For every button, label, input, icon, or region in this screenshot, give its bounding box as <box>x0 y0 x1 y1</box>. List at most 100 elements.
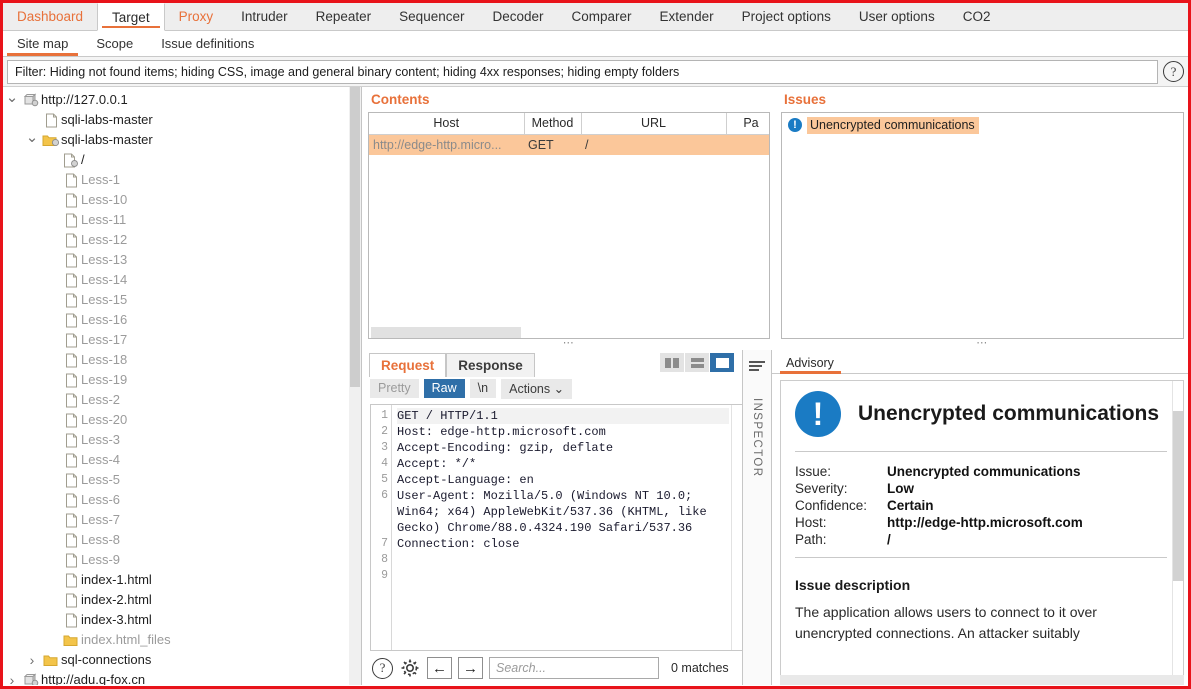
chevron-down-icon[interactable] <box>23 131 41 149</box>
advisory-horizontal-scrollbar[interactable] <box>780 675 1184 685</box>
tab-target[interactable]: Target <box>97 3 165 31</box>
raw-label: Raw <box>431 381 457 395</box>
tree-item-label: Less-7 <box>81 512 121 527</box>
match-count-label: 0 matches <box>671 661 729 675</box>
tree-item-less-1[interactable]: Less-1 <box>3 170 349 190</box>
tree-item-less-16[interactable]: Less-16 <box>3 310 349 330</box>
advisory-vertical-scrollbar[interactable] <box>1172 381 1183 675</box>
column-header-host[interactable]: Host <box>369 113 525 135</box>
tab-project-options[interactable]: Project options <box>728 3 845 30</box>
tree-item-less-9[interactable]: Less-9 <box>3 550 349 570</box>
pretty-button[interactable]: Pretty <box>370 379 419 398</box>
tree-item-less-4[interactable]: Less-4 <box>3 450 349 470</box>
request-line: GET / HTTP/1.1 <box>397 408 729 424</box>
raw-button[interactable]: Raw <box>423 379 465 398</box>
tree-item-less-20[interactable]: Less-20 <box>3 410 349 430</box>
request-vertical-scrollbar[interactable] <box>731 405 742 650</box>
tree-item-less-13[interactable]: Less-13 <box>3 250 349 270</box>
column-header-method[interactable]: Method <box>524 113 582 135</box>
tree-item-less-5[interactable]: Less-5 <box>3 470 349 490</box>
tree-item-[interactable]: / <box>3 150 349 170</box>
question-mark-icon[interactable]: ? <box>1163 61 1184 82</box>
tree-item-less-15[interactable]: Less-15 <box>3 290 349 310</box>
tab-repeater[interactable]: Repeater <box>302 3 386 30</box>
tab-comparer[interactable]: Comparer <box>558 3 646 30</box>
inspector-strip[interactable]: INSPECTOR <box>742 350 772 685</box>
arrow-right-icon[interactable]: → <box>458 657 483 679</box>
tree-item-less-11[interactable]: Less-11 <box>3 210 349 230</box>
subtab-issue-definitions[interactable]: Issue definitions <box>147 31 268 56</box>
tree-item-index-3-html[interactable]: index-3.html <box>3 610 349 630</box>
tree-item-less-12[interactable]: Less-12 <box>3 230 349 250</box>
chevron-down-icon[interactable] <box>3 91 21 109</box>
tree-item-less-18[interactable]: Less-18 <box>3 350 349 370</box>
tree-item-less-10[interactable]: Less-10 <box>3 190 349 210</box>
tree-vertical-scrollbar[interactable] <box>349 87 361 685</box>
tab-label: Project options <box>741 9 831 24</box>
single-pane-icon[interactable] <box>710 353 734 372</box>
column-header-params[interactable]: Pa <box>726 113 769 135</box>
list-item[interactable]: ! Unencrypted communications <box>782 115 1183 135</box>
tab-response[interactable]: Response <box>446 353 535 377</box>
request-raw-text[interactable]: GET / HTTP/1.1 Host: edge-http.microsoft.… <box>392 405 731 650</box>
column-header-url[interactable]: URL <box>581 113 727 135</box>
tab-proxy[interactable]: Proxy <box>165 3 228 30</box>
split-vertical-icon[interactable] <box>660 353 684 372</box>
tree-item-sqli-labs-master[interactable]: sqli-labs-master <box>3 110 349 130</box>
question-mark-icon[interactable]: ? <box>372 657 393 679</box>
newline-button[interactable]: \n <box>469 379 497 398</box>
subtab-site-map[interactable]: Site map <box>3 31 82 56</box>
tree-scrollbar-thumb[interactable] <box>350 87 360 387</box>
subtab-scope[interactable]: Scope <box>82 31 147 56</box>
tree-item-index-html-files[interactable]: index.html_files <box>3 630 349 650</box>
search-input[interactable]: Search... <box>489 657 659 679</box>
advisory-scrollbar-thumb[interactable] <box>1173 411 1183 581</box>
tab-request[interactable]: Request <box>369 353 447 377</box>
tree-item-label: http://adu.q-fox.cn <box>41 672 146 685</box>
chevron-right-icon[interactable] <box>3 672 21 685</box>
tree-item-http-127-0-0-1[interactable]: http://127.0.0.1 <box>3 90 349 110</box>
actions-dropdown[interactable]: Actions ⌄ <box>501 378 573 399</box>
gear-icon[interactable] <box>399 657 421 679</box>
request-editor[interactable]: 1 2 3 4 5 6 7 8 9 GET / HTTP/1.1 Host: ed… <box>370 404 742 651</box>
filter-button[interactable]: Filter: Hiding not found items; hiding C… <box>7 59 1158 84</box>
tab-intruder[interactable]: Intruder <box>227 3 302 30</box>
site-map-tree[interactable]: http://127.0.0.1 sqli-labs-master sqli-lab… <box>3 87 349 685</box>
tree-item-sql-connections[interactable]: sql-connections <box>3 650 349 670</box>
tree-item-label: Less-3 <box>81 432 121 447</box>
chevron-right-icon[interactable] <box>23 652 41 668</box>
tree-item-less-14[interactable]: Less-14 <box>3 270 349 290</box>
tree-item-http-adu-q-fox-cn[interactable]: http://adu.q-fox.cn <box>3 670 349 685</box>
prev-glyph: ← <box>432 659 447 677</box>
table-row[interactable]: http://edge-http.micro... GET / <box>369 134 769 155</box>
tree-item-label: Less-18 <box>81 352 128 367</box>
advisory-content: ! Unencrypted communications Issue: Unen… <box>780 380 1184 675</box>
tab-co2[interactable]: CO2 <box>949 3 1005 30</box>
arrow-left-icon[interactable]: ← <box>427 657 452 679</box>
tree-item-sqli-labs-master[interactable]: sqli-labs-master <box>3 130 349 150</box>
issues-splitter-handle[interactable]: ⋯ <box>781 338 1184 350</box>
tab-user-options[interactable]: User options <box>845 3 949 30</box>
tab-extender[interactable]: Extender <box>646 3 728 30</box>
inspector-lines-icon[interactable] <box>746 356 768 376</box>
tree-item-less-8[interactable]: Less-8 <box>3 530 349 550</box>
tree-item-index-2-html[interactable]: index-2.html <box>3 590 349 610</box>
split-horizontal-icon[interactable] <box>685 353 709 372</box>
tree-item-less-17[interactable]: Less-17 <box>3 330 349 350</box>
contents-splitter-handle[interactable]: ⋯ <box>368 338 770 350</box>
page-icon <box>61 573 81 588</box>
tree-item-less-3[interactable]: Less-3 <box>3 430 349 450</box>
tree-item-less-19[interactable]: Less-19 <box>3 370 349 390</box>
tab-dashboard[interactable]: Dashboard <box>3 3 97 30</box>
page-icon <box>61 493 81 508</box>
tree-item-less-2[interactable]: Less-2 <box>3 390 349 410</box>
tree-item-index-1-html[interactable]: index-1.html <box>3 570 349 590</box>
tab-decoder[interactable]: Decoder <box>478 3 557 30</box>
contents-scrollbar-thumb[interactable] <box>371 327 521 338</box>
tab-sequencer[interactable]: Sequencer <box>385 3 478 30</box>
subtab-label: Site map <box>17 36 69 51</box>
contents-horizontal-scrollbar[interactable] <box>369 325 769 338</box>
tree-item-less-6[interactable]: Less-6 <box>3 490 349 510</box>
tab-advisory[interactable]: Advisory <box>780 354 845 374</box>
tree-item-less-7[interactable]: Less-7 <box>3 510 349 530</box>
